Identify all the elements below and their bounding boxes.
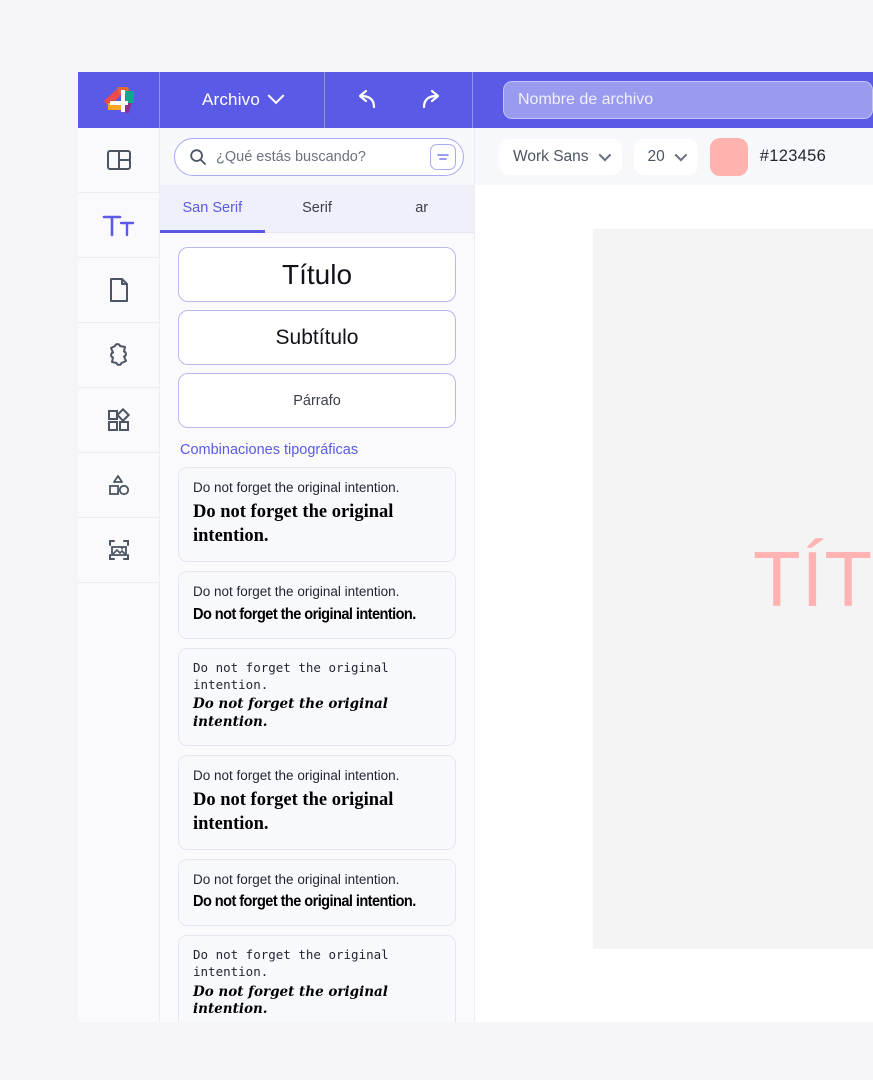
text-properties: Work Sans 20 #123456 (475, 137, 873, 176)
combo-line-2: Do not forget the original intention. (193, 893, 416, 911)
combo-line-2: Do not forget the original intention. (193, 983, 388, 1018)
chevron-down-icon (674, 148, 688, 162)
style-button-subtitulo[interactable]: Subtítulo (178, 310, 456, 365)
combo-line-2: Do not forget the original intention. (193, 502, 394, 547)
combinations-heading: Combinaciones tipográficas (180, 442, 359, 458)
sidebar-item-plugins[interactable] (78, 323, 159, 388)
font-combination-card[interactable]: Do not forget the original intention. Do… (178, 647, 456, 746)
filename-placeholder: Nombre de archivo (518, 91, 654, 108)
elements-grid-icon (105, 406, 133, 434)
text-tt-icon (102, 211, 136, 239)
top-bar: Archivo Nombre de archivo (78, 72, 873, 128)
layout-template-icon (105, 146, 133, 174)
style-button-titulo[interactable]: Título (178, 247, 456, 302)
puzzle-piece-icon (105, 341, 133, 369)
font-combination-card[interactable]: Do not forget the original intention. Do… (178, 935, 456, 1022)
style-button-parrafo[interactable]: Párrafo (178, 373, 456, 428)
font-combination-card[interactable]: Do not forget the original intention. Do… (178, 754, 456, 850)
filter-icon (437, 153, 449, 160)
combo-line-1: Do not forget the original intention. (193, 767, 400, 783)
color-swatch[interactable] (709, 137, 748, 176)
font-category-tabs: San Serif Serif ar (160, 185, 474, 233)
combo-line-2: Do not forget the original intention. (193, 789, 394, 834)
combo-line-1: Do not forget the original intention. (193, 480, 400, 495)
filter-button[interactable] (430, 143, 456, 170)
redo-icon[interactable] (418, 89, 444, 111)
colorful-4-logo-icon (103, 87, 134, 114)
text-panel: San Serif Serif ar Título Subtítulo Párr… (160, 185, 475, 1022)
font-combination-card[interactable]: Do not forget the original intention. Do… (178, 467, 456, 563)
sidebar-item-shapes[interactable] (78, 453, 159, 518)
combo-line-2: Do not forget the original intention. (193, 696, 388, 730)
archivo-menu-label: Archivo (201, 90, 261, 109)
properties-bar: ¿Qué estás buscando? Work Sans 20 #12345… (160, 128, 873, 185)
font-size-select[interactable]: 20 (633, 138, 698, 175)
image-icon (105, 536, 133, 564)
artboard-title-text[interactable]: TÍTULO (753, 534, 873, 625)
page-document-icon (106, 276, 132, 304)
archivo-menu[interactable]: Archivo (160, 72, 325, 128)
font-family-value: Work Sans (513, 147, 589, 165)
history-controls (325, 72, 473, 128)
sidebar-item-elements[interactable] (78, 388, 159, 453)
canvas-area[interactable]: TÍTULO (475, 185, 873, 1022)
chevron-down-icon (267, 87, 285, 105)
search-area: ¿Qué estás buscando? (160, 128, 475, 185)
combo-line-1: Do not forget the original intention. (193, 584, 400, 600)
tab-san-serif[interactable]: San Serif (160, 185, 265, 233)
search-placeholder: ¿Qué estás buscando? (216, 148, 366, 165)
app-window: Archivo Nombre de archivo ¿Qué estás bus… (78, 72, 873, 1022)
filename-wrap: Nombre de archivo (473, 72, 873, 128)
app-logo[interactable] (78, 72, 160, 128)
combo-line-1: Do not forget the original intention. (193, 659, 389, 692)
font-combination-card[interactable]: Do not forget the original intention. Do… (178, 858, 456, 927)
text-panel-body: Título Subtítulo Párrafo Combinaciones t… (160, 233, 474, 1022)
font-family-select[interactable]: Work Sans (499, 138, 622, 175)
search-icon (190, 148, 206, 165)
sidebar-item-templates[interactable] (78, 128, 159, 193)
sidebar-item-pages[interactable] (78, 258, 159, 323)
undo-icon[interactable] (354, 89, 380, 111)
font-size-value: 20 (647, 147, 665, 165)
tab-serif[interactable]: Serif (265, 185, 370, 233)
chevron-down-icon (598, 148, 611, 162)
combo-line-1: Do not forget the original intention. (193, 871, 400, 887)
combo-line-1: Do not forget the original intention. (193, 947, 389, 980)
left-rail (78, 128, 160, 1022)
combo-line-2: Do not forget the original intention. (193, 605, 416, 623)
artboard[interactable]: TÍTULO (593, 229, 873, 949)
filename-input[interactable]: Nombre de archivo (503, 81, 873, 119)
search-input[interactable]: ¿Qué estás buscando? (174, 137, 464, 176)
shapes-icon (105, 471, 133, 499)
font-combination-card[interactable]: Do not forget the original intention. Do… (178, 571, 456, 639)
color-hex-value[interactable]: #123456 (760, 147, 826, 166)
sidebar-item-images[interactable] (78, 518, 159, 583)
sidebar-item-text[interactable] (78, 193, 159, 258)
tab-next-category[interactable]: ar (369, 185, 474, 233)
